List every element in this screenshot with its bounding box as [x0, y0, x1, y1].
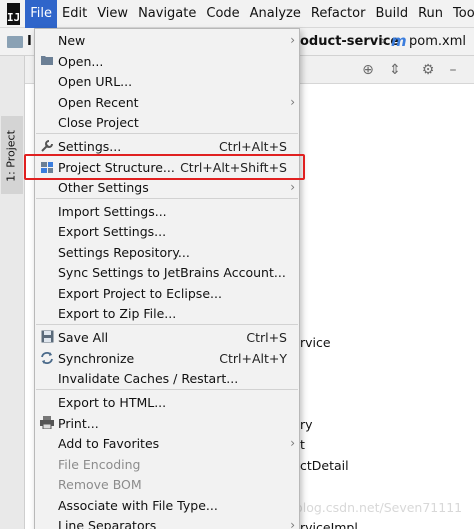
menu-item-open[interactable]: Open...: [35, 51, 299, 71]
folder-icon: [40, 54, 54, 68]
submenu-arrow-icon: ›: [290, 518, 295, 529]
menu-item-invalidate-caches[interactable]: Invalidate Caches / Restart...: [35, 368, 299, 388]
left-tool-strip: 1: Project: [0, 56, 25, 529]
menu-refactor[interactable]: Refactor: [306, 0, 371, 28]
menu-tools[interactable]: Tools: [448, 0, 474, 28]
breadcrumb-file[interactable]: pom.xml: [409, 34, 466, 49]
menu-run[interactable]: Run: [413, 0, 448, 28]
tree-item-fragment: rvice: [300, 335, 331, 350]
menu-item-synchronize[interactable]: Synchronize Ctrl+Alt+Y: [35, 348, 299, 368]
menu-item-import-settings[interactable]: Import Settings...: [35, 201, 299, 221]
menu-item-save-all[interactable]: Save All Ctrl+S: [35, 327, 299, 347]
menu-item-add-to-favorites[interactable]: Add to Favorites ›: [35, 433, 299, 453]
menu-separator: [36, 198, 298, 199]
collapse-all-icon[interactable]: ⇕: [385, 60, 405, 80]
wrench-icon: [40, 139, 54, 153]
menu-item-settings[interactable]: Settings... Ctrl+Alt+S: [35, 136, 299, 156]
tree-item-fragment: ry: [300, 417, 313, 432]
gear-icon[interactable]: ⚙: [418, 60, 438, 80]
menu-navigate[interactable]: Navigate: [133, 0, 201, 28]
menu-item-close-project[interactable]: Close Project: [35, 112, 299, 132]
save-icon: [40, 330, 54, 344]
menu-edit[interactable]: Edit: [57, 0, 92, 28]
chevron-right-icon: ›: [380, 33, 386, 49]
menu-code[interactable]: Code: [201, 0, 244, 28]
menu-item-export-settings[interactable]: Export Settings...: [35, 221, 299, 241]
sync-icon: [40, 351, 54, 365]
highlight-box: [24, 154, 305, 180]
submenu-arrow-icon: ›: [290, 436, 295, 450]
menu-item-line-separators[interactable]: Line Separators ›: [35, 515, 299, 529]
tree-item-fragment: ctDetail: [300, 458, 349, 473]
project-folder-icon: [7, 36, 23, 48]
menu-item-associate-file-type[interactable]: Associate with File Type...: [35, 495, 299, 515]
menu-item-open-url[interactable]: Open URL...: [35, 71, 299, 91]
submenu-arrow-icon: ›: [290, 95, 295, 109]
menu-item-remove-bom: Remove BOM: [58, 476, 142, 492]
menu-separator: [36, 389, 298, 390]
tree-item-fragment: t: [300, 437, 305, 452]
menu-item-export-zip[interactable]: Export to Zip File...: [35, 303, 299, 323]
menu-separator: [36, 133, 298, 134]
menu-item-other-settings[interactable]: Other Settings ›: [35, 177, 299, 197]
print-icon: [40, 416, 54, 430]
menu-item-sync-settings[interactable]: Sync Settings to JetBrains Account...: [35, 262, 299, 282]
menu-item-settings-repository[interactable]: Settings Repository...: [35, 242, 299, 262]
menu-bar: IJ File Edit View Navigate Code Analyze …: [0, 0, 474, 28]
project-tool-tab-label: 1: Project: [4, 130, 18, 182]
menu-analyze[interactable]: Analyze: [245, 0, 306, 28]
submenu-arrow-icon: ›: [290, 33, 295, 47]
menu-build[interactable]: Build: [370, 0, 413, 28]
menu-view[interactable]: View: [92, 0, 133, 28]
menu-item-export-eclipse[interactable]: Export Project to Eclipse...: [35, 283, 299, 303]
locate-crosshair-icon[interactable]: ⊕: [358, 60, 378, 80]
menu-item-export-html[interactable]: Export to HTML...: [35, 392, 299, 412]
menu-file[interactable]: File: [25, 0, 58, 28]
menu-item-new[interactable]: New ›: [35, 30, 299, 50]
intellij-logo-icon: IJ: [7, 2, 21, 25]
menu-item-file-encoding: File Encoding: [58, 456, 141, 472]
menu-item-open-recent[interactable]: Open Recent ›: [35, 92, 299, 112]
submenu-arrow-icon: ›: [290, 180, 295, 194]
menu-separator: [36, 324, 298, 325]
tree-item-fragment: rviceImpl: [300, 520, 358, 529]
maven-file-icon: m: [391, 32, 407, 50]
menu-item-print[interactable]: Print...: [35, 413, 299, 433]
breadcrumb-project[interactable]: I: [27, 34, 32, 49]
file-menu-dropdown: New › Open... Open URL... Open Recent › …: [34, 28, 300, 529]
hide-icon[interactable]: –: [443, 60, 463, 80]
